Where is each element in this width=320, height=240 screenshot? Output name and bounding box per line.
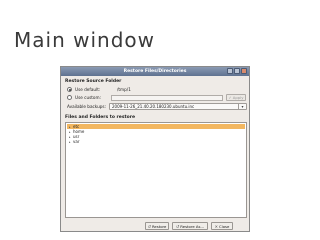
tree-row[interactable]: ▸ var xyxy=(67,139,245,144)
slide-title: Main window xyxy=(14,28,155,52)
backups-selected-value: 2009-11-26_21.40.20.180230.ubuntu.inc xyxy=(112,104,195,109)
use-default-row[interactable]: Use default: /tmp/1 xyxy=(67,87,131,92)
files-tree[interactable]: ▸ etc ▸ home ▸ usr ▸ var xyxy=(65,122,247,218)
window-titlebar[interactable]: Restore Files/Directories xyxy=(61,67,249,76)
dropdown-arrow-icon[interactable]: ▾ xyxy=(238,104,246,109)
use-custom-row[interactable]: Use custom: xyxy=(67,95,111,100)
restore-source-header: Restore Source Folder xyxy=(65,79,122,84)
minimize-icon[interactable] xyxy=(227,68,233,74)
restore-as-icon: ↺ xyxy=(175,223,180,229)
apply-label: Apply xyxy=(232,95,244,100)
use-custom-label: Use custom: xyxy=(75,95,101,100)
restore-window: Restore Files/Directories Restore Source… xyxy=(60,66,250,232)
use-custom-radio[interactable] xyxy=(67,95,72,100)
use-default-label: Use default: xyxy=(75,87,101,92)
check-icon: ✓ xyxy=(228,95,232,100)
apply-button[interactable]: ✓ Apply xyxy=(226,94,246,101)
restore-button[interactable]: ↺ Restore xyxy=(145,222,169,230)
window-title: Restore Files/Directories xyxy=(123,69,187,74)
maximize-icon[interactable] xyxy=(234,68,240,74)
custom-path-field[interactable] xyxy=(111,95,223,101)
restore-as-button[interactable]: ↺ Restore As... xyxy=(172,222,208,230)
available-backups-label: Available backups: xyxy=(67,104,107,109)
restore-icon: ↺ xyxy=(147,223,151,229)
close-button[interactable]: ✕ Close xyxy=(211,222,233,230)
files-header: Files and Folders to restore xyxy=(65,115,136,120)
backups-dropdown[interactable]: 2009-11-26_21.40.20.180230.ubuntu.inc ▾ xyxy=(109,103,247,110)
default-path-value: /tmp/1 xyxy=(117,87,131,92)
use-default-radio[interactable] xyxy=(67,87,72,92)
close-window-icon[interactable] xyxy=(241,68,247,74)
close-icon: ✕ xyxy=(214,223,218,229)
